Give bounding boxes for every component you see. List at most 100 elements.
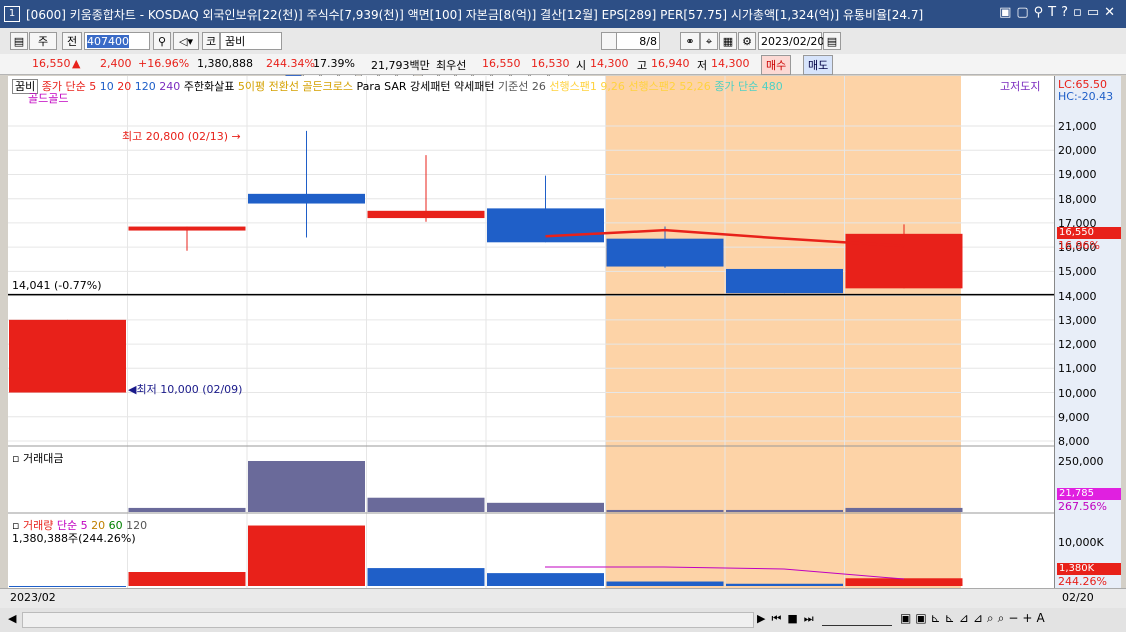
legend-ind4: 약세패턴 [454, 80, 495, 93]
candle-body [487, 208, 604, 243]
amount-current-pct: 267.56% [1058, 500, 1107, 513]
high-annotation: 최고 20,800 (02/13) → [122, 130, 241, 143]
toolbar: ▤ 주 전 407400 ⚲ ◁▾ 코 꿈비 일주월년분초틱 135102030… [0, 28, 1126, 78]
open-label: 시 [576, 59, 587, 72]
volume-ratio: 244.34% [266, 57, 315, 70]
crosshair-icon[interactable]: ⌖ [700, 32, 718, 50]
amount-panel-title: ▫ 거래대금 [12, 452, 64, 465]
amount-bar [367, 497, 485, 512]
best-ask: 16,550 [482, 57, 521, 70]
candle-body [248, 193, 365, 204]
period-select[interactable]: 주 [29, 32, 57, 50]
price-tick-label: 12,000 [1058, 338, 1097, 352]
volume-bar [845, 578, 963, 586]
volume-current-badge: 1,380K [1057, 563, 1121, 575]
amount-bar [606, 509, 724, 512]
amount-current-badge: 21,785 [1057, 488, 1121, 500]
zoom-slider[interactable] [822, 611, 892, 626]
hc-label: HC:-20.43 [1058, 90, 1114, 103]
price-tick-label: 11,000 [1058, 362, 1097, 376]
scroll-bar[interactable]: ◀ ▶⏮■⏭ ▣▣⊾⊾⊿⊿⌕⌕−+A [0, 608, 1126, 632]
amount-bar [726, 509, 843, 512]
amount-bar [487, 502, 604, 512]
amount-axis-label: 250,000 [1058, 455, 1104, 468]
title-bar: 1 [0600] 키움종합차트 - KOSDAQ 외국인보유[22(천)] 주식… [0, 0, 1126, 28]
best-label: 최우선 [436, 59, 467, 72]
low-value: 14,300 [711, 57, 750, 70]
candle-body [606, 238, 724, 267]
low-label: 저 [697, 59, 708, 72]
price-tick-label: 13,000 [1058, 313, 1097, 327]
price-tick-label: 15,000 [1058, 265, 1097, 279]
volume-bar [487, 573, 604, 586]
scroll-track[interactable] [22, 612, 754, 628]
count-field[interactable]: 8/8 [616, 32, 660, 50]
price-tick-label: 8,000 [1058, 434, 1090, 448]
window-number[interactable]: 1 [4, 6, 20, 22]
price-info-bar: 16,550 ▲ 2,400 +16.96% 1,380,888 244.34%… [0, 54, 1126, 75]
price-tick-label: 18,000 [1058, 192, 1097, 206]
date-field[interactable]: 2023/02/20 [758, 32, 824, 50]
legend-ma-10: 10 [99, 80, 114, 93]
ref-line-label: 14,041 (-0.77%) [12, 279, 102, 292]
amount-bar [128, 507, 246, 512]
speaker-icon[interactable]: ◁▾ [173, 32, 199, 50]
legend-ma-20: 20 [117, 80, 132, 93]
amount-bar [248, 461, 365, 512]
volume-value: 1,380,888 [197, 57, 253, 70]
legend-ind5: 기준선 26 [498, 80, 546, 93]
tool-icons[interactable]: ▣▣⊾⊾⊿⊿⌕⌕−+A [900, 611, 1049, 626]
window-controls[interactable]: ▣▢⚲T?▫▭✕ [999, 5, 1120, 20]
volume-bar [128, 572, 246, 586]
prev-button[interactable]: 전 [62, 32, 82, 50]
price-tick-label: 21,000 [1058, 120, 1097, 133]
settings-icon[interactable]: ⚙ [738, 32, 756, 50]
legend-row: 꿈비 종가 단순 5 10 20 120 240 주한화살표 5이평 전환선 골… [12, 78, 783, 94]
price-tick-label: 19,000 [1058, 168, 1097, 182]
search-icon[interactable]: ⚲ [153, 32, 171, 50]
legend-ma-120: 120 [134, 80, 156, 93]
legend-ind1: 주한화살표 [183, 80, 235, 93]
volume-current-pct: 244.26% [1058, 575, 1107, 588]
candle-body [845, 233, 963, 289]
save-icon[interactable]: ▦ [719, 32, 737, 50]
buy-button[interactable]: 매수 [761, 55, 792, 75]
playback-controls[interactable]: ▶⏮■⏭ [757, 612, 820, 626]
date-left: 2023/02 [10, 591, 56, 604]
volume-summary: 1,380,388주(244.26%) [12, 532, 136, 545]
legend-ind3: Para SAR 강세패턴 [356, 80, 451, 93]
link-icon[interactable]: ⚭ [680, 32, 700, 50]
volume-bar [9, 586, 126, 587]
low-annotation: ◀최저 10,000 (02/09) [128, 383, 243, 396]
legend-ind2: 5이평 전환선 골든크로스 [237, 80, 354, 93]
scroll-left-icon[interactable]: ◀ [8, 612, 16, 625]
candle-body [128, 226, 246, 231]
price-tick-label: 14,000 [1058, 289, 1097, 303]
date-right: 02/20 [1062, 591, 1094, 604]
volume-bar [726, 583, 843, 586]
price-tick-label: 10,000 [1058, 386, 1097, 400]
stock-name-field[interactable]: 꿈비 [220, 32, 282, 50]
change-value: 2,400 [100, 57, 132, 70]
price-tick-label: 20,000 [1058, 144, 1097, 158]
change-pct: +16.96% [138, 57, 190, 70]
legend-ma-240: 240 [159, 80, 181, 93]
amount-bar [845, 507, 963, 512]
up-arrow-icon: ▲ [72, 57, 81, 70]
current-price-pct: 16.96% [1058, 239, 1100, 252]
date-axis: 2023/02 02/20 [0, 588, 1126, 609]
open-value: 14,300 [590, 57, 629, 70]
main-chart[interactable] [8, 76, 1054, 588]
code-input[interactable]: 407400 [84, 32, 150, 50]
calendar-icon[interactable]: ▤ [823, 32, 841, 50]
market-label: 코 [202, 32, 220, 50]
current-price: 16,550 [32, 57, 71, 70]
trade-amount: 21,793백만 [371, 59, 430, 72]
sell-button[interactable]: 매도 [803, 55, 834, 75]
menu-icon[interactable]: ▤ [10, 32, 28, 50]
high-value: 16,940 [651, 57, 690, 70]
legend-ind6: 선행스팬1 9,26 [549, 80, 625, 93]
price-tick-label: 9,000 [1058, 410, 1090, 424]
candle-body [726, 268, 843, 294]
candle-body [367, 210, 485, 219]
